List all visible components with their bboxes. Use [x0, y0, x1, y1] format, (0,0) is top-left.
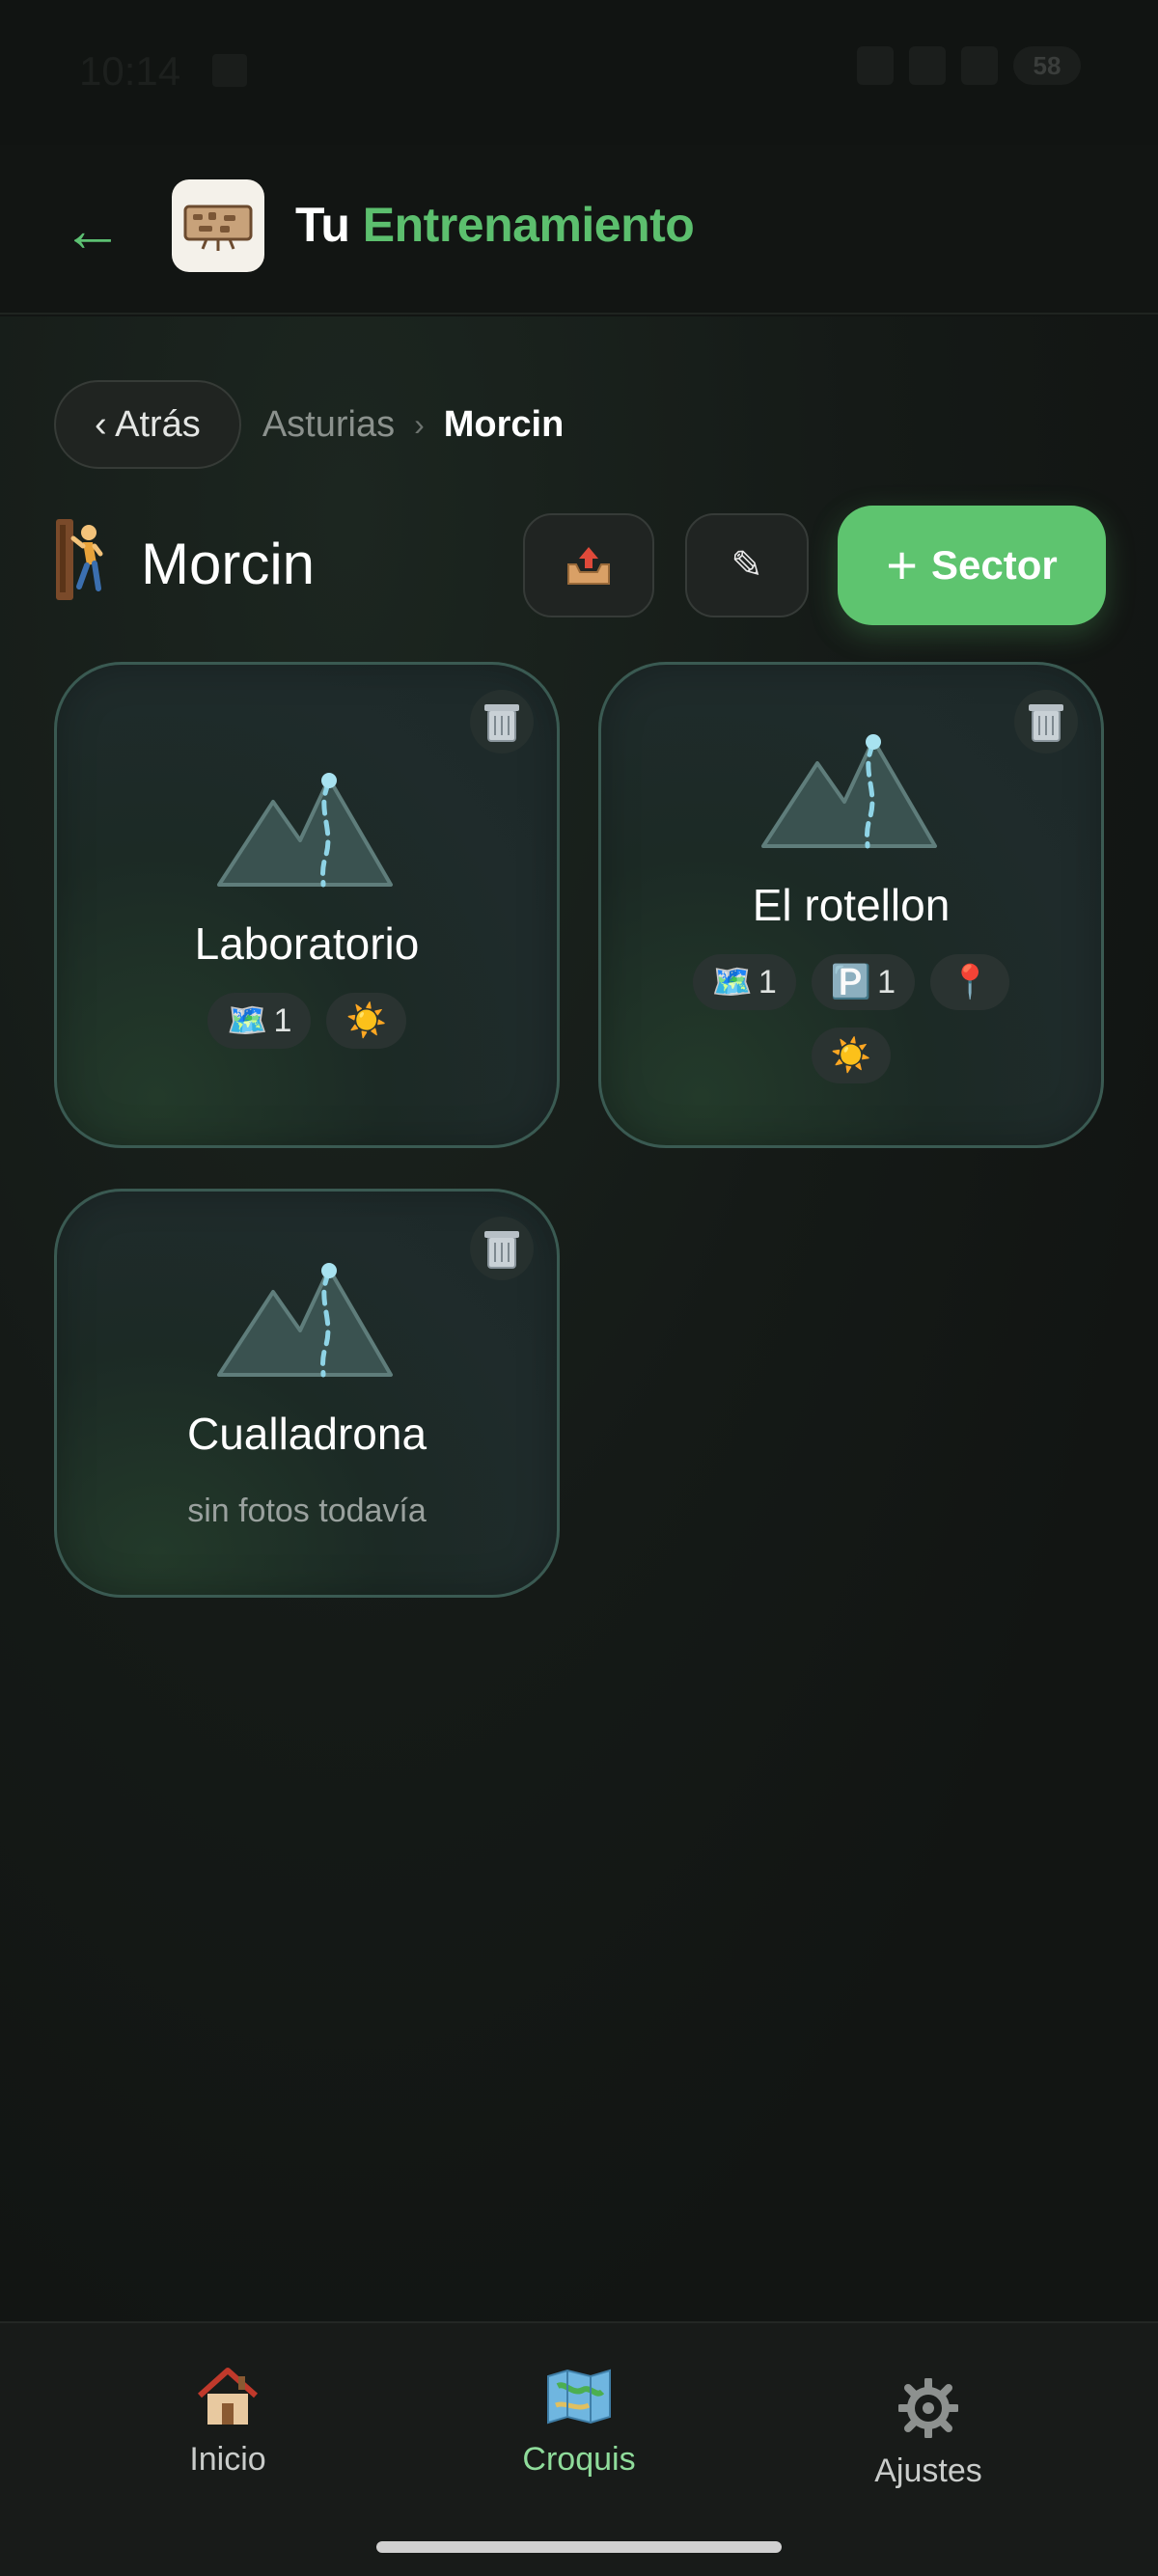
- outbox-tray-icon: [567, 547, 610, 585]
- sun-badge: ☀️: [326, 993, 406, 1049]
- mountain-icon: [217, 1263, 393, 1378]
- wifi-icon: [961, 46, 998, 85]
- location-badge: 📍: [930, 954, 1010, 1010]
- export-button[interactable]: [523, 513, 654, 617]
- sim-icon: [212, 54, 247, 87]
- sector-name: El rotellon: [752, 880, 951, 930]
- no-photos-text: sin fotos todavía: [187, 1493, 427, 1529]
- app-logo: [172, 179, 264, 272]
- status-bar: 10:14 58: [0, 0, 1158, 145]
- title-row: Morcin ✎ + Sector: [54, 500, 1106, 625]
- nav-label-inicio: Inicio: [189, 2441, 266, 2478]
- map-icon: 🗺️: [711, 964, 753, 1000]
- mountain-icon: [217, 773, 393, 888]
- app-title: Tu Entrenamiento: [295, 197, 695, 253]
- status-icons: 58: [857, 46, 1081, 85]
- back-arrow-icon[interactable]: ←: [62, 199, 124, 260]
- nav-item-ajustes[interactable]: Ajustes: [784, 2370, 1073, 2490]
- breadcrumb-region[interactable]: Asturias: [262, 404, 395, 446]
- delete-sector-button[interactable]: [470, 690, 534, 754]
- app-title-part2: Entrenamiento: [362, 198, 695, 252]
- bluetooth-icon: [857, 46, 894, 85]
- page-title: Morcin: [141, 532, 316, 596]
- sector-name: Cualladrona: [186, 1409, 427, 1459]
- home-indicator[interactable]: [376, 2541, 782, 2553]
- logo-icon: [183, 205, 253, 251]
- screen: 10:14 58 ← Tu Entrenamiento ‹ Atrás Astu…: [0, 0, 1158, 2576]
- sector-card[interactable]: Cualladrona sin fotos todavía: [54, 1189, 560, 1598]
- status-time: 10:14: [79, 48, 181, 94]
- app-header: ← Tu Entrenamiento: [0, 145, 1158, 315]
- add-sector-button[interactable]: + Sector: [838, 506, 1106, 625]
- plus-icon: +: [886, 534, 918, 595]
- sector-badges: 🗺️ 1 🅿️ 1 📍 ☀️: [601, 954, 1101, 1083]
- pencil-icon: ✎: [731, 544, 763, 587]
- sun-icon: ☀️: [345, 1002, 387, 1039]
- map-count: 1: [758, 963, 777, 1000]
- pin-icon: 📍: [950, 964, 991, 1000]
- sun-icon: ☀️: [830, 1037, 872, 1074]
- edit-button[interactable]: ✎: [685, 513, 809, 617]
- map-icon: [434, 2358, 724, 2435]
- sector-card[interactable]: Laboratorio 🗺️ 1 ☀️: [54, 662, 560, 1148]
- home-icon: [83, 2358, 372, 2435]
- delete-sector-button[interactable]: [470, 1217, 534, 1280]
- delete-sector-button[interactable]: [1014, 690, 1078, 754]
- parking-count-badge: 🅿️ 1: [811, 954, 916, 1010]
- trash-icon: [484, 1231, 519, 1269]
- climber-icon: [56, 519, 103, 600]
- main-content: ‹ Atrás Asturias › Morcin Morcin ✎ + Sec…: [0, 316, 1158, 2321]
- back-button[interactable]: ‹ Atrás: [54, 380, 241, 469]
- map-count: 1: [273, 1001, 292, 1039]
- bottom-nav: Inicio Croquis Ajustes: [0, 2321, 1158, 2576]
- sun-badge: ☀️: [811, 1028, 892, 1083]
- add-sector-label: Sector: [930, 542, 1058, 588]
- mountain-icon: [761, 734, 937, 849]
- breadcrumb-separator: ›: [414, 406, 425, 442]
- app-title-part1: Tu: [295, 198, 350, 252]
- sector-badges: 🗺️ 1 ☀️: [57, 993, 557, 1049]
- gear-icon: [784, 2370, 1073, 2447]
- map-icon: 🗺️: [227, 1002, 268, 1039]
- nav-item-inicio[interactable]: Inicio: [83, 2358, 372, 2479]
- breadcrumb-current: Morcin: [443, 403, 565, 445]
- map-count-badge: 🗺️ 1: [692, 954, 796, 1010]
- nav-label-ajustes: Ajustes: [874, 2453, 982, 2489]
- breadcrumb: ‹ Atrás Asturias › Morcin: [54, 380, 564, 469]
- parking-icon: 🅿️: [830, 964, 872, 1000]
- parking-count: 1: [877, 963, 896, 1000]
- signal-icon: [909, 46, 946, 85]
- nav-item-croquis[interactable]: Croquis: [434, 2358, 724, 2479]
- sector-card[interactable]: El rotellon 🗺️ 1 🅿️ 1 📍 ☀️: [598, 662, 1104, 1148]
- trash-icon: [1029, 704, 1063, 742]
- trash-icon: [484, 704, 519, 742]
- map-count-badge: 🗺️ 1: [207, 993, 312, 1049]
- battery-indicator: 58: [1013, 46, 1081, 85]
- nav-label-croquis: Croquis: [522, 2441, 636, 2478]
- sector-name: Laboratorio: [194, 918, 420, 969]
